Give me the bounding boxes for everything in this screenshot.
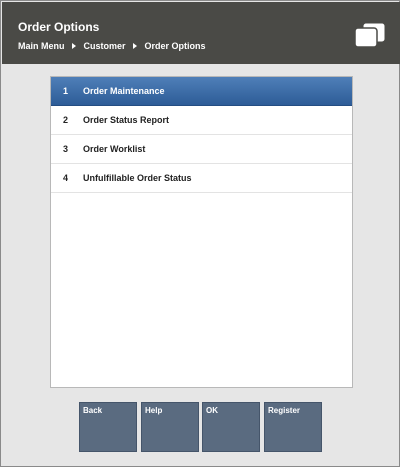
breadcrumb-customer[interactable]: Customer [84, 41, 126, 51]
back-button[interactable]: Back [79, 402, 137, 452]
menu-item-number: 2 [63, 115, 69, 125]
menu-item-label: Order Status Report [83, 115, 170, 125]
menu-item-number: 4 [63, 173, 69, 183]
menu-item-order-maintenance[interactable]: 1 Order Maintenance [51, 77, 352, 106]
menu-item-label: Unfulfillable Order Status [83, 173, 192, 183]
menu-item-number: 3 [63, 144, 69, 154]
help-button[interactable]: Help [141, 402, 199, 452]
menu-list: 1 Order Maintenance 2 Order Status Repor… [50, 76, 353, 388]
caret-right-icon [132, 43, 137, 49]
menu-item-order-worklist[interactable]: 3 Order Worklist [51, 135, 352, 164]
register-button[interactable]: Register [264, 402, 322, 452]
menu-item-label: Order Worklist [83, 144, 146, 154]
breadcrumb: Main Menu Customer Order Options [18, 41, 206, 51]
menu-item-number: 1 [63, 86, 69, 96]
header-bar: Order Options Main Menu Customer Order O… [2, 2, 400, 64]
page-title: Order Options [18, 20, 100, 34]
menu-item-unfulfillable-order-status[interactable]: 4 Unfulfillable Order Status [51, 164, 352, 193]
caret-right-icon [71, 43, 76, 49]
app-frame: Order Options Main Menu Customer Order O… [0, 0, 400, 467]
breadcrumb-order-options: Order Options [144, 41, 206, 51]
windows-icon[interactable] [354, 22, 386, 48]
menu-item-label: Order Maintenance [83, 86, 165, 96]
menu-item-order-status-report[interactable]: 2 Order Status Report [51, 106, 352, 135]
breadcrumb-main-menu[interactable]: Main Menu [18, 41, 65, 51]
ok-button[interactable]: OK [202, 402, 260, 452]
